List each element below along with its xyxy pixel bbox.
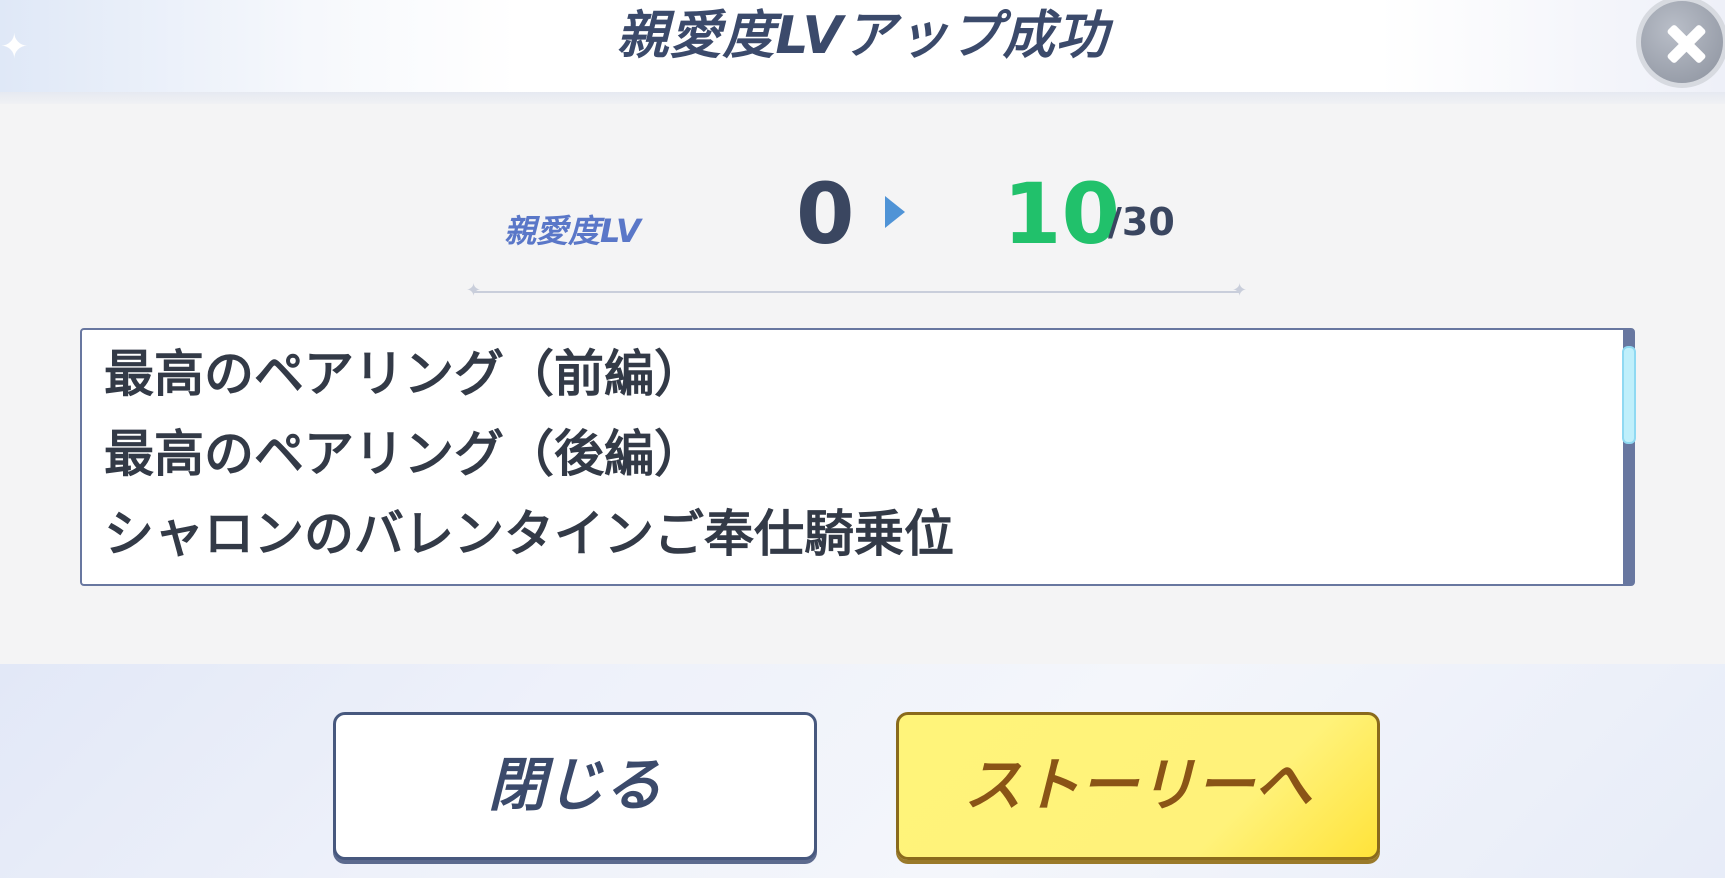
close-button[interactable]: 閉じる: [333, 712, 817, 860]
dialog-title: 親愛度LVアップ成功: [616, 6, 1109, 66]
list-item: 最高のペアリング（前編）: [104, 345, 704, 403]
list-item: シャロンのバレンタインご奉仕騎乗位: [104, 505, 954, 563]
close-icon[interactable]: [1636, 0, 1725, 88]
new-level-value: 10: [1003, 165, 1120, 263]
old-level-value: 0: [796, 165, 855, 263]
sparkle-icon: ✦: [466, 280, 482, 301]
affection-level-label: 親愛度LV: [504, 212, 641, 250]
unlocked-story-list[interactable]: 最高のペアリング（前編） 最高のペアリング（後編） シャロンのバレンタインご奉仕…: [80, 328, 1635, 586]
header-underline: [0, 92, 1725, 104]
arrow-right-icon: [885, 196, 905, 228]
sparkle-icon: ✦: [1232, 280, 1248, 301]
list-item: 最高のペアリング（後編）: [104, 425, 704, 483]
divider: [474, 291, 1240, 293]
dialog-footer: [0, 664, 1725, 878]
scrollbar-thumb[interactable]: [1622, 346, 1636, 444]
max-level-value: /30: [1108, 200, 1175, 244]
to-story-button[interactable]: ストーリーへ: [896, 712, 1380, 860]
